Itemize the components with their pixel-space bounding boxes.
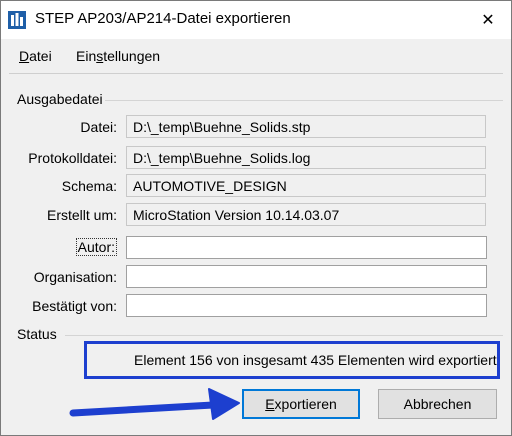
menu-datei[interactable]: Datei [19, 48, 52, 64]
created-with-label: Erstellt um: [46, 207, 117, 223]
export-dialog: STEP AP203/AP214-Datei exportieren ✕ Dat… [0, 0, 512, 436]
file-label: Datei: [80, 119, 117, 135]
log-file-label: Protokolldatei: [28, 150, 117, 166]
status-group-title: Status [17, 326, 57, 342]
organisation-input[interactable] [126, 265, 487, 288]
log-file-field: D:\_temp\Buehne_Solids.log [126, 146, 486, 169]
menu-divider [9, 73, 503, 74]
schema-field: AUTOMOTIVE_DESIGN [126, 174, 486, 197]
title-bar: STEP AP203/AP214-Datei exportieren ✕ [1, 1, 511, 39]
close-icon: ✕ [481, 12, 495, 29]
file-field: D:\_temp\Buehne_Solids.stp [126, 115, 486, 138]
cancel-button[interactable]: Abbrechen [378, 389, 497, 419]
author-label: Autor: [75, 238, 117, 256]
schema-label: Schema: [61, 178, 117, 194]
organisation-label: Organisation: [33, 269, 117, 285]
created-with-field: MicroStation Version 10.14.03.07 [126, 203, 486, 226]
menu-einstellungen[interactable]: Einstellungen [76, 48, 160, 64]
step-export-icon [8, 11, 26, 29]
approved-by-input[interactable] [126, 294, 487, 317]
output-group-line [105, 100, 503, 101]
output-group-title: Ausgabedatei [17, 91, 103, 107]
approved-by-label: Bestätigt von: [32, 298, 117, 314]
close-button[interactable]: ✕ [465, 1, 511, 39]
author-input[interactable] [126, 236, 487, 259]
status-message: Element 156 von insgesamt 435 Elementen … [134, 352, 497, 368]
window-title: STEP AP203/AP214-Datei exportieren [35, 10, 291, 27]
export-button[interactable]: Exportieren [242, 389, 360, 419]
status-message-box: Element 156 von insgesamt 435 Elementen … [84, 341, 500, 379]
status-group-line [65, 335, 503, 336]
menu-bar: Datei Einstellungen [1, 39, 511, 73]
